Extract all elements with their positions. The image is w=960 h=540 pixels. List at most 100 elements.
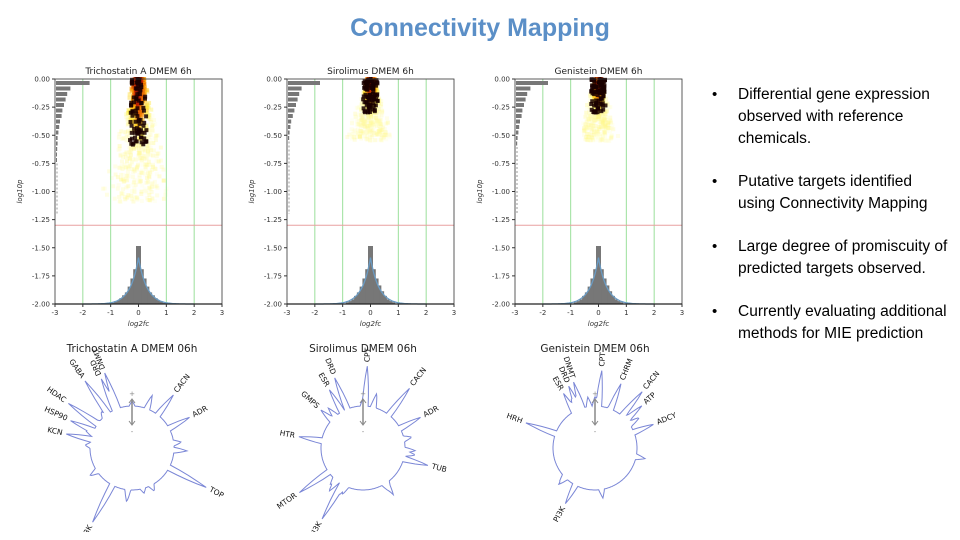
density-point	[131, 180, 136, 185]
density-core-point	[133, 108, 138, 113]
density-cloud	[345, 77, 392, 143]
density-point	[584, 135, 589, 140]
density-point	[113, 164, 118, 169]
density-core-point	[144, 114, 149, 119]
target-label: PI3K	[308, 519, 325, 532]
scale-minus-label: -	[131, 428, 134, 436]
y-tick-label: -1.25	[492, 216, 510, 224]
x-tick-label: -2	[539, 309, 546, 317]
side-histogram-bar	[288, 108, 295, 113]
density-core-point	[139, 85, 144, 90]
density-core-point	[592, 83, 597, 88]
x-tick-label: 1	[164, 309, 168, 317]
density-point	[616, 134, 621, 139]
y-tick-label: -0.50	[264, 132, 282, 140]
density-point	[146, 197, 151, 202]
density-point	[104, 192, 109, 197]
density-point	[129, 89, 134, 94]
density-core-point	[141, 123, 146, 128]
density-point	[119, 191, 124, 196]
x-tick-label: 0	[136, 309, 140, 317]
density-point	[120, 172, 125, 177]
density-point	[155, 133, 160, 138]
bullet-icon: •	[712, 173, 718, 190]
density-core-point	[366, 109, 371, 114]
density-point	[588, 115, 593, 120]
density-point	[375, 124, 380, 129]
side-histogram-bar	[288, 119, 292, 124]
volcano-plot-genistein: Genistein DMEM 6h -3 -2 -1 0 1 2 3 0.00 -0.25 -0.5…	[476, 67, 684, 328]
density-point	[124, 173, 129, 178]
side-histogram-bar	[56, 97, 66, 102]
volcano-plot-trichostatin: Trichostatin A DMEM 6h -3 -2 -1 0 1 2 3 0.00 -0.2…	[16, 67, 224, 328]
density-point	[377, 118, 382, 123]
density-point	[584, 113, 589, 118]
chart-title: Trichostatin A DMEM 6h	[84, 67, 191, 77]
density-cloud	[101, 77, 169, 204]
x-tick-label: 2	[192, 309, 196, 317]
side-histogram-bar	[288, 130, 290, 135]
radar-plot-trichostatin: Trichostatin A DMEM 06h+-DNMTDRDCACNADRT…	[43, 343, 226, 532]
side-histogram-bar	[56, 119, 60, 124]
density-point	[154, 154, 159, 159]
density-point	[585, 105, 590, 110]
density-point	[130, 157, 135, 162]
density-point	[387, 134, 392, 139]
density-point	[148, 187, 153, 192]
density-point	[385, 116, 390, 121]
density-point	[119, 136, 124, 141]
density-point	[377, 128, 382, 133]
density-point	[379, 133, 384, 138]
y-axis-label: log10p	[16, 179, 24, 204]
density-point	[586, 125, 591, 130]
density-point	[129, 193, 134, 198]
density-point	[133, 157, 138, 162]
side-histogram-bar	[516, 97, 526, 102]
density-core-point	[602, 87, 607, 92]
density-core-point	[600, 96, 605, 101]
y-tick-label: 0.00	[266, 76, 282, 84]
scale-minus-label: -	[362, 428, 365, 436]
density-point	[381, 125, 386, 130]
density-point	[139, 199, 144, 204]
x-axis-label: log2fc	[128, 320, 150, 328]
density-point	[112, 196, 117, 201]
density-point	[124, 185, 129, 190]
side-histogram-bar	[56, 92, 68, 96]
density-point	[152, 166, 157, 171]
density-point	[599, 137, 604, 142]
target-label: CACN	[172, 372, 192, 394]
chart-title: Sirolimus DMEM 6h	[327, 67, 414, 77]
x-tick-label: 1	[624, 309, 628, 317]
y-tick-label: -1.00	[32, 188, 50, 196]
side-histogram-bar	[516, 108, 523, 113]
target-label: HRH	[505, 411, 524, 425]
density-point	[119, 164, 124, 169]
density-point	[351, 129, 356, 134]
scale-minus-label: -	[594, 428, 597, 436]
density-core-point	[134, 96, 139, 101]
density-point	[154, 138, 159, 143]
density-point	[590, 135, 595, 140]
density-core-point	[371, 82, 376, 87]
density-point	[140, 168, 145, 173]
x-tick-label: 3	[680, 309, 684, 317]
x-tick-label: -3	[52, 309, 59, 317]
density-cloud	[581, 77, 621, 143]
bullet-icon: •	[712, 303, 718, 320]
density-point	[594, 133, 599, 138]
x-tick-label: -3	[284, 309, 291, 317]
density-core-point	[133, 119, 138, 124]
density-point	[163, 192, 168, 197]
density-point	[143, 172, 148, 177]
density-point	[149, 182, 154, 187]
density-point	[130, 174, 135, 179]
x-axis-label: log2fc	[360, 320, 382, 328]
density-core-point	[603, 103, 608, 108]
density-point	[150, 128, 155, 133]
density-point	[143, 100, 148, 105]
density-point	[144, 166, 149, 171]
y-tick-label: -1.75	[264, 272, 282, 280]
density-point	[152, 179, 157, 184]
y-tick-label: -2.00	[264, 301, 282, 309]
